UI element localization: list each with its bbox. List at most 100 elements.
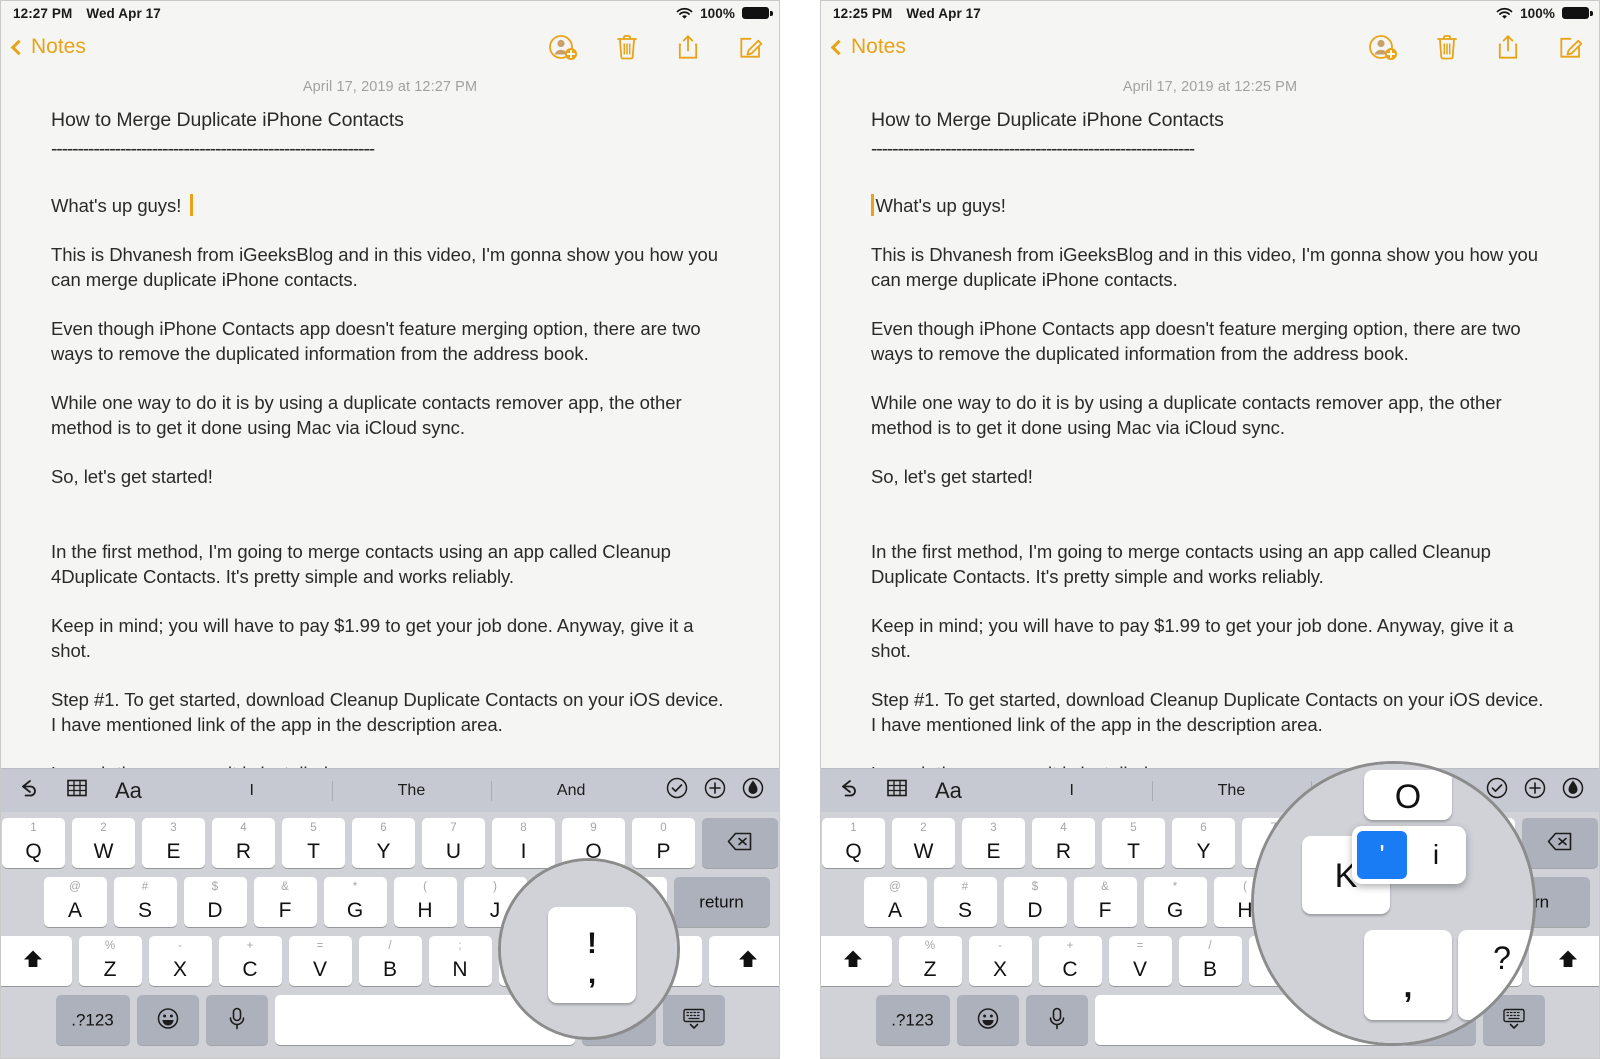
keyboard-dismiss-icon[interactable]	[1482, 995, 1545, 1045]
key-P[interactable]: 0P	[1452, 818, 1515, 868]
markup-pen-circle-icon[interactable]	[741, 776, 765, 805]
shift-key-left[interactable]	[821, 936, 892, 986]
key-K[interactable]: " K	[1353, 877, 1417, 927]
prediction-item[interactable]: The	[1152, 782, 1312, 800]
key-P[interactable]: 0P	[632, 818, 695, 868]
back-to-notes-button[interactable]: Notes	[10, 35, 86, 59]
key-U[interactable]: 7U	[422, 818, 485, 868]
back-to-notes-button[interactable]: Notes	[830, 35, 906, 59]
key-L[interactable]: ' L	[1423, 877, 1487, 927]
numbers-key-right[interactable]: .?123	[581, 995, 656, 1045]
key-V[interactable]: = V	[288, 936, 352, 986]
key-A[interactable]: @ A	[43, 877, 107, 927]
undo-icon[interactable]	[15, 776, 39, 805]
key-G[interactable]: * G	[323, 877, 387, 927]
key-K[interactable]: " K	[533, 877, 597, 927]
keyboard-dismiss-icon[interactable]	[662, 995, 725, 1045]
key-E[interactable]: 3E	[142, 818, 205, 868]
note-content[interactable]: April 17, 2019 at 12:27 PM How to Merge …	[1, 79, 779, 786]
compose-icon[interactable]	[1557, 33, 1585, 61]
key-R[interactable]: 4R	[212, 818, 275, 868]
key-H[interactable]: (H	[393, 877, 457, 927]
key-F[interactable]: & F	[253, 877, 317, 927]
key-I[interactable]: 8I	[1312, 818, 1375, 868]
key-O[interactable]: 9O	[562, 818, 625, 868]
key-T[interactable]: 5T	[282, 818, 345, 868]
prediction-item[interactable]: The	[332, 782, 492, 800]
key-H[interactable]: (H	[1213, 877, 1277, 927]
space-key[interactable]	[274, 995, 575, 1045]
key-N[interactable]: ; N	[428, 936, 492, 986]
table-icon[interactable]	[65, 776, 89, 805]
note-content[interactable]: April 17, 2019 at 12:25 PM How to Merge …	[821, 79, 1599, 786]
add-person-icon[interactable]	[548, 33, 578, 61]
plus-circle-icon[interactable]	[703, 776, 727, 805]
key-C[interactable]: + C	[1038, 936, 1102, 986]
key-W[interactable]: 2W	[892, 818, 955, 868]
key-Z[interactable]: % Z	[78, 936, 142, 986]
return-key[interactable]: return	[673, 877, 770, 927]
key-U[interactable]: 7U	[1242, 818, 1305, 868]
prediction-item[interactable]: And	[491, 782, 651, 800]
numbers-key-right[interactable]: .?123	[1401, 995, 1476, 1045]
trash-icon[interactable]	[1435, 33, 1459, 61]
plus-circle-icon[interactable]	[1523, 776, 1547, 805]
key-D[interactable]: $ D	[1003, 877, 1067, 927]
prediction-item[interactable]: And	[1311, 782, 1471, 800]
emoji-smiley-icon[interactable]	[136, 995, 199, 1045]
key-comma[interactable]: !,	[568, 936, 632, 986]
key-J[interactable]: ) J	[1283, 877, 1347, 927]
share-icon[interactable]	[1496, 33, 1520, 61]
key-M[interactable]: :M	[1318, 936, 1382, 986]
key-Y[interactable]: 6Y	[1172, 818, 1235, 868]
return-key[interactable]: rn	[1493, 877, 1590, 927]
key-O[interactable]: 9O	[1382, 818, 1445, 868]
key-E[interactable]: 3E	[962, 818, 1025, 868]
key-L[interactable]: ' L	[603, 877, 667, 927]
key-Y[interactable]: 6Y	[352, 818, 415, 868]
key-period[interactable]: ?.	[1458, 936, 1522, 986]
trash-icon[interactable]	[615, 33, 639, 61]
key-A[interactable]: @ A	[863, 877, 927, 927]
key-X[interactable]: -X	[968, 936, 1032, 986]
key-D[interactable]: $ D	[183, 877, 247, 927]
shift-key-right[interactable]	[1528, 936, 1599, 986]
key-C[interactable]: + C	[218, 936, 282, 986]
text-format-button[interactable]: Aa	[935, 779, 962, 802]
prediction-item[interactable]: I	[172, 782, 332, 800]
key-B[interactable]: / B	[358, 936, 422, 986]
key-Q[interactable]: 1Q	[822, 818, 885, 868]
key-period[interactable]: ?.	[638, 936, 702, 986]
markup-pen-circle-icon[interactable]	[1561, 776, 1585, 805]
add-person-icon[interactable]	[1368, 33, 1398, 61]
key-X[interactable]: -X	[148, 936, 212, 986]
numbers-key-left[interactable]: .?123	[875, 995, 950, 1045]
prediction-item[interactable]: I	[992, 782, 1152, 800]
key-B[interactable]: / B	[1178, 936, 1242, 986]
delete-backspace-icon[interactable]	[702, 818, 778, 868]
key-S[interactable]: # S	[933, 877, 997, 927]
shift-key-left[interactable]	[1, 936, 72, 986]
text-format-button[interactable]: Aa	[115, 779, 142, 802]
checklist-circle-icon[interactable]	[665, 776, 689, 805]
checklist-circle-icon[interactable]	[1485, 776, 1509, 805]
key-I[interactable]: 8I	[492, 818, 555, 868]
undo-icon[interactable]	[835, 776, 859, 805]
delete-backspace-icon[interactable]	[1522, 818, 1598, 868]
key-V[interactable]: = V	[1108, 936, 1172, 986]
microphone-icon[interactable]	[205, 995, 268, 1045]
key-W[interactable]: 2W	[72, 818, 135, 868]
key-F[interactable]: & F	[1073, 877, 1137, 927]
key-comma[interactable]: !,	[1388, 936, 1452, 986]
shift-key-right[interactable]	[708, 936, 779, 986]
microphone-icon[interactable]	[1025, 995, 1088, 1045]
key-J[interactable]: ) J	[463, 877, 527, 927]
key-G[interactable]: * G	[1143, 877, 1207, 927]
share-icon[interactable]	[676, 33, 700, 61]
space-key[interactable]	[1094, 995, 1395, 1045]
key-M[interactable]: :M	[498, 936, 562, 986]
numbers-key-left[interactable]: .?123	[55, 995, 130, 1045]
key-S[interactable]: # S	[113, 877, 177, 927]
key-N[interactable]: ; N	[1248, 936, 1312, 986]
key-T[interactable]: 5T	[1102, 818, 1165, 868]
